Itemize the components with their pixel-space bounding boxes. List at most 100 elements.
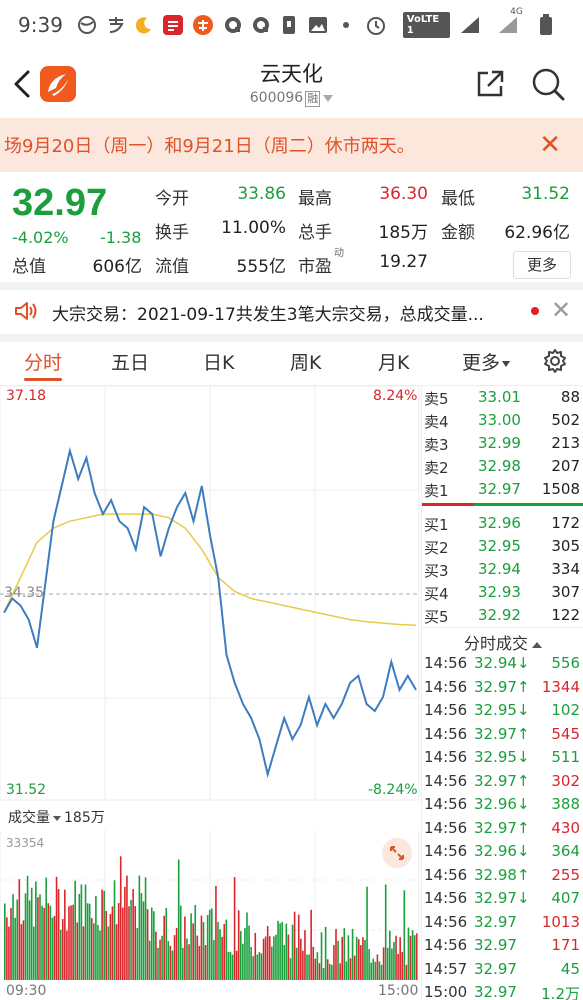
tab-weekly-k[interactable]: 周K: [290, 348, 321, 375]
expand-chart-button[interactable]: [382, 838, 412, 868]
bid-level-label: 买2: [424, 539, 449, 557]
caret-down-icon: [502, 360, 511, 367]
tick-volume: 364: [551, 842, 580, 860]
volume-bar: [271, 946, 273, 980]
block-trade-close-button[interactable]: ✕: [551, 296, 571, 324]
ask-row: 卖4 33.00 502: [422, 411, 583, 434]
tick-price: 32.96↓: [474, 795, 530, 813]
volume-bar: [258, 952, 261, 980]
volume-bar: [324, 926, 327, 980]
intraday-chart[interactable]: 37.18 8.24% 34.35 31.52 -8.24% 成交量 185万 3…: [0, 386, 420, 1000]
market-notice-banner: 场9月20日（周一）和9月21日（周二）休市两天。 ✕: [0, 118, 583, 172]
volume-bar: [165, 907, 168, 980]
volume-bar: [283, 945, 286, 980]
volume-bar: [380, 964, 383, 980]
volume-bar: [57, 889, 60, 980]
share-button[interactable]: [474, 68, 506, 100]
volume-bar: [360, 945, 362, 980]
tick-time: 14:56: [424, 936, 468, 954]
tab-intraday[interactable]: 分时: [24, 348, 62, 375]
tab-daily-k[interactable]: 日K: [203, 348, 234, 375]
bid-volume: 305: [551, 537, 580, 555]
volume-bar: [370, 962, 372, 980]
tick-row: 14:56 32.97 1013: [422, 913, 583, 936]
amount-label: 金额: [441, 223, 475, 243]
ask-row: 卖3 32.99 213: [422, 434, 583, 457]
volume-bar: [391, 948, 393, 980]
volume-bar: [90, 918, 93, 980]
ask-price: 32.98: [478, 457, 521, 475]
chart-tabs: 分时 五日 日K 周K 月K 更多: [0, 342, 583, 386]
change-percent: -4.02%: [12, 228, 69, 247]
volume-label: 总手: [298, 223, 332, 243]
ask-price: 32.99: [478, 434, 521, 452]
volume-bar: [45, 877, 47, 980]
volume-bar: [279, 923, 281, 980]
volume-bar: [128, 906, 130, 980]
volume-bar: [32, 926, 35, 980]
dot-icon: [336, 13, 356, 37]
volume-bar: [167, 941, 170, 980]
tick-time: 14:56: [424, 771, 468, 790]
tick-row: 14:56 32.97↑ 545: [422, 725, 583, 748]
volume-bar: [51, 917, 54, 980]
volume-bar: [372, 958, 375, 980]
volume-bar: [353, 955, 356, 980]
volume-bar: [405, 964, 408, 980]
volume-bar: [320, 932, 323, 980]
y-axis-max-label: 37.18: [6, 388, 47, 404]
volume-bar: [14, 917, 16, 980]
volume-bar: [157, 947, 159, 980]
tick-price: 32.97: [474, 936, 517, 954]
globe-icon: [77, 13, 97, 37]
volume-bar: [368, 949, 370, 980]
volume-bar: [328, 963, 331, 980]
volume-bar: [121, 907, 124, 980]
volume-bar: [6, 917, 8, 980]
volume-bar: [196, 935, 199, 980]
volume-bar: [182, 947, 184, 980]
turnover-value: 11.00%: [221, 218, 286, 238]
tab-five-day[interactable]: 五日: [111, 348, 149, 375]
volume-bar: [252, 956, 254, 980]
volume-bar: [74, 880, 76, 980]
notice-close-button[interactable]: ✕: [539, 132, 561, 158]
volte-icon: VoLTE 1: [402, 12, 451, 38]
tab-monthly-k[interactable]: 月K: [378, 348, 409, 375]
volume-indicator-selector[interactable]: 成交量 185万: [8, 807, 105, 827]
tick-row: 14:56 32.95↓ 511: [422, 748, 583, 771]
volume-bar: [159, 939, 161, 980]
gear-icon[interactable]: [542, 348, 568, 374]
bid-volume: 122: [551, 606, 580, 624]
volume-bar: [26, 875, 29, 980]
tick-trades-header[interactable]: 分时成交: [422, 627, 583, 654]
tick-price: 32.95↓: [474, 701, 530, 719]
tick-time: 14:56: [424, 748, 468, 766]
volume-bar: [306, 954, 308, 980]
section-divider: [0, 334, 583, 342]
volume-bar: [153, 911, 155, 980]
price-chart: [0, 386, 420, 801]
volume-bar: [287, 934, 290, 980]
volume-bar: [333, 945, 335, 980]
tick-price: 32.94↓: [474, 654, 530, 672]
block-trade-banner[interactable]: 大宗交易：2021-09-17共发生3笔大宗交易，总成交量... ✕: [0, 288, 583, 334]
pe-dynamic-sup: 动: [334, 248, 344, 259]
volume-bar: [76, 922, 79, 980]
bid-row: 买4 32.93 307: [422, 583, 583, 606]
tab-more[interactable]: 更多: [462, 348, 511, 375]
volume-bar: [289, 958, 292, 980]
more-quote-button[interactable]: 更多: [513, 251, 571, 279]
volume-bar: [349, 958, 352, 980]
volume-bar: [310, 909, 312, 980]
volume-bar: [378, 961, 381, 980]
bid-volume: 172: [551, 514, 580, 532]
alipay-icon: [105, 13, 125, 37]
volume-bar: [366, 886, 368, 980]
high-value: 36.30: [379, 184, 428, 204]
bid-price: 32.94: [478, 560, 521, 578]
ask-price: 33.00: [478, 411, 521, 429]
search-button[interactable]: [530, 66, 566, 102]
volume-bar: [215, 886, 217, 980]
market-cap-label: 总值: [12, 257, 46, 277]
